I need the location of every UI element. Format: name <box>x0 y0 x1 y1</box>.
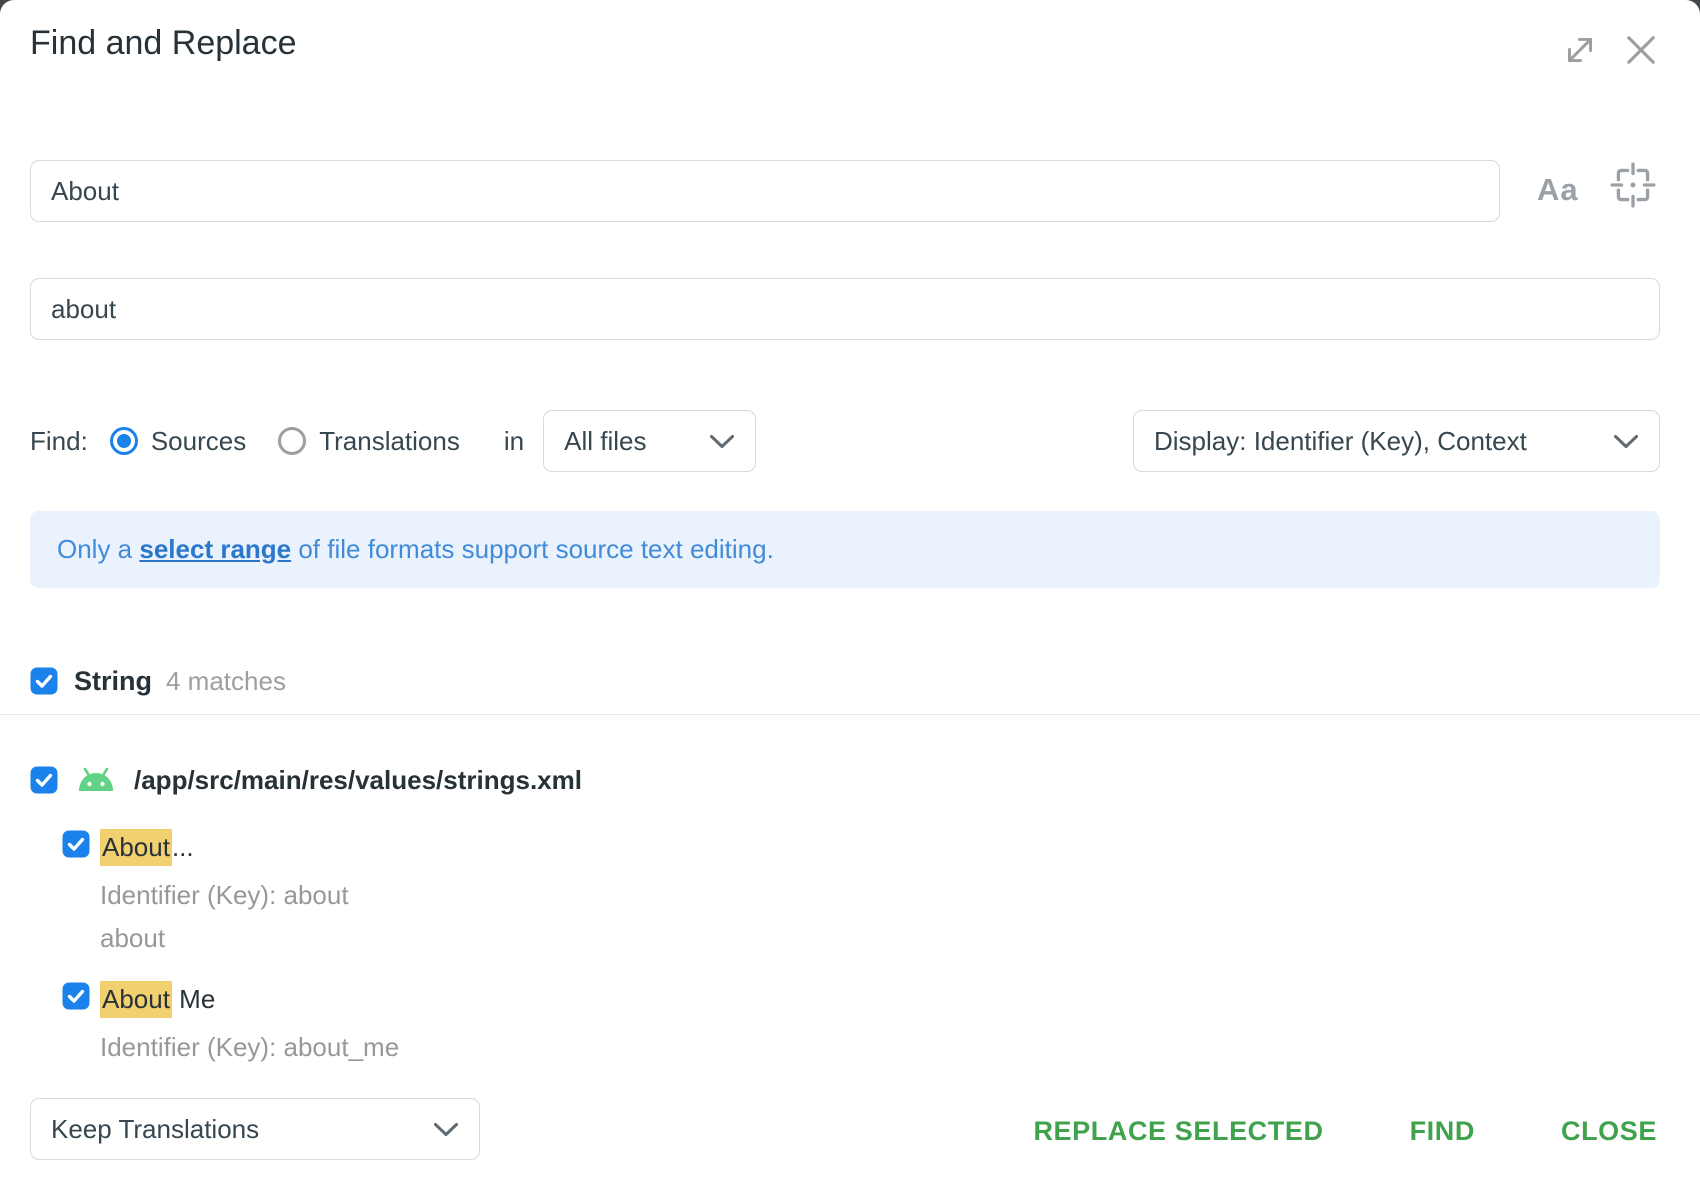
match-count: 4 matches <box>166 666 286 697</box>
result-checkbox[interactable] <box>62 982 90 1010</box>
close-icon <box>1621 58 1661 73</box>
result-checkbox[interactable] <box>62 830 90 858</box>
find-button[interactable]: FIND <box>1410 1116 1475 1147</box>
chevron-down-icon <box>1613 426 1639 457</box>
find-options-row: Find: Sources Translations in All files <box>30 410 756 472</box>
android-icon <box>76 767 116 793</box>
result-identifier: Identifier (Key): about <box>100 874 349 917</box>
expand-dialog-button[interactable] <box>1561 31 1599 72</box>
banner-text-prefix: Only a <box>57 534 139 565</box>
group-label: String <box>74 666 152 697</box>
close-dialog-button[interactable] <box>1621 30 1661 73</box>
translations-action-value: Keep Translations <box>51 1114 259 1145</box>
file-scope-value: All files <box>564 426 646 457</box>
translations-action-select[interactable]: Keep Translations <box>30 1098 480 1160</box>
chevron-down-icon <box>709 426 735 457</box>
result-context: about <box>100 917 349 960</box>
match-highlight: About <box>100 981 172 1018</box>
close-button[interactable]: CLOSE <box>1561 1116 1657 1147</box>
radio-sources-label[interactable]: Sources <box>151 426 246 457</box>
display-options-select[interactable]: Display: Identifier (Key), Context <box>1133 410 1660 472</box>
replace-input[interactable] <box>30 278 1660 340</box>
info-banner: Only a select range of file formats supp… <box>30 511 1660 588</box>
result-text: About... <box>100 830 194 864</box>
find-label: Find: <box>30 426 88 457</box>
search-input[interactable] <box>30 160 1500 222</box>
file-scope-select[interactable]: All files <box>543 410 756 472</box>
divider <box>0 714 1700 715</box>
file-checkbox[interactable] <box>30 766 58 794</box>
match-rest: ... <box>172 832 194 862</box>
page-title: Find and Replace <box>30 24 297 63</box>
result-text: About Me <box>100 982 215 1016</box>
selection-frame-icon <box>1608 197 1658 214</box>
replace-selected-button[interactable]: REPLACE SELECTED <box>1033 1116 1323 1147</box>
search-result-row: About... Identifier (Key): about about <box>62 830 349 960</box>
in-label: in <box>504 426 524 457</box>
match-whole-phrase-toggle[interactable] <box>1608 160 1658 215</box>
match-rest: Me <box>172 984 215 1014</box>
result-identifier: Identifier (Key): about_me <box>100 1026 399 1069</box>
radio-sources[interactable] <box>110 427 138 455</box>
banner-text-suffix: of file formats support source text edit… <box>291 534 774 565</box>
chevron-down-icon <box>433 1114 459 1145</box>
display-options-value: Display: Identifier (Key), Context <box>1154 426 1527 457</box>
string-group-row: String 4 matches <box>30 664 286 698</box>
match-highlight: About <box>100 829 172 866</box>
search-result-row: About Me Identifier (Key): about_me <box>62 982 399 1069</box>
radio-translations[interactable] <box>278 427 306 455</box>
string-group-checkbox[interactable] <box>30 667 58 695</box>
footer-actions: REPLACE SELECTED FIND CLOSE <box>1033 1116 1657 1147</box>
expand-icon <box>1561 57 1599 72</box>
file-row: /app/src/main/res/values/strings.xml <box>30 762 582 798</box>
file-path: /app/src/main/res/values/strings.xml <box>134 765 582 796</box>
match-case-toggle[interactable]: Aa <box>1537 172 1579 208</box>
find-and-replace-dialog: Find and Replace Aa <box>0 0 1700 1192</box>
select-range-link[interactable]: select range <box>139 534 291 565</box>
radio-translations-label[interactable]: Translations <box>319 426 460 457</box>
